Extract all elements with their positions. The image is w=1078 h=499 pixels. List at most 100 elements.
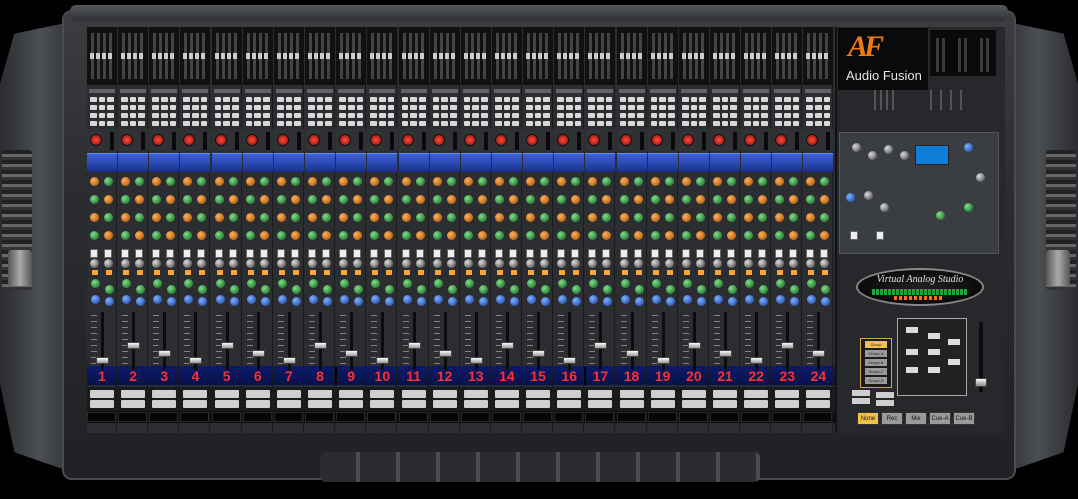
aux-knob[interactable] [572, 285, 582, 294]
send-knob[interactable] [713, 259, 722, 268]
eq-knob[interactable] [322, 195, 332, 204]
bus-send-fader[interactable] [263, 33, 268, 79]
bus-assign-button[interactable] [823, 97, 831, 102]
eq-knob[interactable] [166, 177, 176, 186]
solo-button[interactable] [650, 400, 675, 408]
eq-knob[interactable] [571, 213, 581, 222]
router-node[interactable] [928, 333, 940, 339]
eq-knob[interactable] [432, 177, 442, 186]
bus-assign-button[interactable] [107, 105, 115, 110]
bus-send-fader[interactable] [812, 33, 817, 79]
eq-knob[interactable] [308, 231, 318, 240]
bus-assign-button[interactable] [783, 97, 791, 102]
send-knob[interactable] [432, 259, 442, 268]
bus-send-fader[interactable] [276, 33, 281, 79]
bus-send-fader[interactable] [413, 33, 418, 79]
bus-assign-button[interactable] [481, 113, 488, 118]
bus-send-fader[interactable] [245, 33, 250, 79]
bus-assign-button[interactable] [699, 105, 706, 110]
insert-switch[interactable] [775, 249, 784, 258]
bus-assign-button[interactable] [347, 105, 355, 110]
pan-knob[interactable] [790, 297, 800, 306]
bus-assign-button[interactable] [308, 113, 315, 118]
bus-send-cap[interactable] [388, 53, 393, 59]
bus-send-cap[interactable] [282, 53, 287, 59]
bus-assign-button[interactable] [276, 121, 284, 126]
aux-knob[interactable] [153, 279, 163, 288]
mute-button[interactable] [90, 390, 114, 398]
bus-send-fader[interactable] [370, 33, 375, 79]
eq-knob[interactable] [633, 231, 643, 240]
bus-assign-button[interactable] [775, 97, 782, 102]
eq-knob[interactable] [557, 213, 567, 222]
bus-assign-button[interactable] [245, 113, 253, 118]
bus-assign-button[interactable] [574, 113, 582, 118]
bus-assign-button[interactable] [472, 97, 480, 102]
mute-button[interactable] [339, 390, 364, 398]
bus-assign-button[interactable] [223, 105, 230, 110]
gain-knob[interactable] [620, 135, 631, 145]
bus-assign-button[interactable] [761, 121, 769, 126]
bus-assign-button[interactable] [294, 121, 301, 126]
bus-assign-button[interactable] [713, 113, 720, 118]
pan-knob[interactable] [136, 297, 146, 306]
bus-assign-button[interactable] [699, 121, 706, 126]
bus-send-cap[interactable] [731, 53, 735, 59]
bus-assign-button[interactable] [752, 105, 760, 110]
aux-knob[interactable] [821, 285, 831, 294]
eq-knob[interactable] [713, 177, 722, 186]
bus-send-cap[interactable] [288, 53, 293, 59]
channel-name-field[interactable] [460, 412, 490, 422]
eq-knob[interactable] [619, 195, 629, 204]
eq-knob[interactable] [370, 231, 380, 240]
bus-send-fader[interactable] [532, 33, 537, 79]
bus-assign-button[interactable] [823, 113, 831, 118]
channel-fader[interactable] [781, 342, 795, 349]
bus-send-fader[interactable] [133, 33, 138, 79]
bus-send-fader[interactable] [731, 33, 735, 79]
bus-send-fader[interactable] [450, 33, 455, 79]
fx-switch[interactable] [850, 231, 858, 240]
return-knob[interactable] [964, 143, 973, 152]
send-knob[interactable] [228, 259, 238, 268]
bus-assign-button[interactable] [245, 97, 253, 102]
eq-knob[interactable] [104, 231, 113, 240]
channel-name-field[interactable] [336, 412, 366, 422]
bus-assign-button[interactable] [98, 97, 106, 102]
channel-fader[interactable] [345, 350, 359, 357]
bus-send-cap[interactable] [719, 53, 723, 59]
bus-assign-button[interactable] [325, 113, 333, 118]
eq-knob[interactable] [121, 231, 131, 240]
bus-assign-button[interactable] [169, 97, 177, 102]
bus-send-fader[interactable] [220, 33, 225, 79]
bus-send-fader[interactable] [575, 33, 580, 79]
bus-assign-button[interactable] [214, 97, 222, 102]
eq-knob[interactable] [353, 195, 363, 204]
pan-knob[interactable] [589, 295, 599, 304]
bus-assign-button[interactable] [659, 121, 667, 126]
bus-send-fader[interactable] [376, 33, 381, 79]
eq-knob[interactable] [633, 195, 643, 204]
bus-send-cap[interactable] [226, 53, 231, 59]
pan-knob[interactable] [277, 295, 287, 304]
bus-assign-button[interactable] [463, 113, 471, 118]
insert-switch[interactable] [135, 249, 144, 258]
bus-assign-button[interactable] [605, 105, 613, 110]
bus-assign-button[interactable] [823, 121, 831, 126]
bus-assign-button[interactable] [481, 121, 488, 126]
bus-assign-button[interactable] [379, 113, 386, 118]
send-knob[interactable] [290, 259, 300, 268]
send-knob[interactable] [744, 259, 754, 268]
channel-name-field[interactable] [398, 412, 428, 422]
bus-send-cap[interactable] [575, 53, 580, 59]
bus-send-cap[interactable] [600, 53, 605, 59]
eq-knob[interactable] [446, 177, 456, 186]
eq-knob[interactable] [806, 177, 816, 186]
pan-knob[interactable] [402, 295, 412, 304]
eq-knob[interactable] [571, 177, 581, 186]
aux-knob[interactable] [229, 285, 239, 294]
bus-assign-button[interactable] [681, 113, 689, 118]
bus-send-cap[interactable] [494, 53, 499, 59]
insert-switch[interactable] [540, 249, 549, 258]
eq-knob[interactable] [633, 177, 643, 186]
